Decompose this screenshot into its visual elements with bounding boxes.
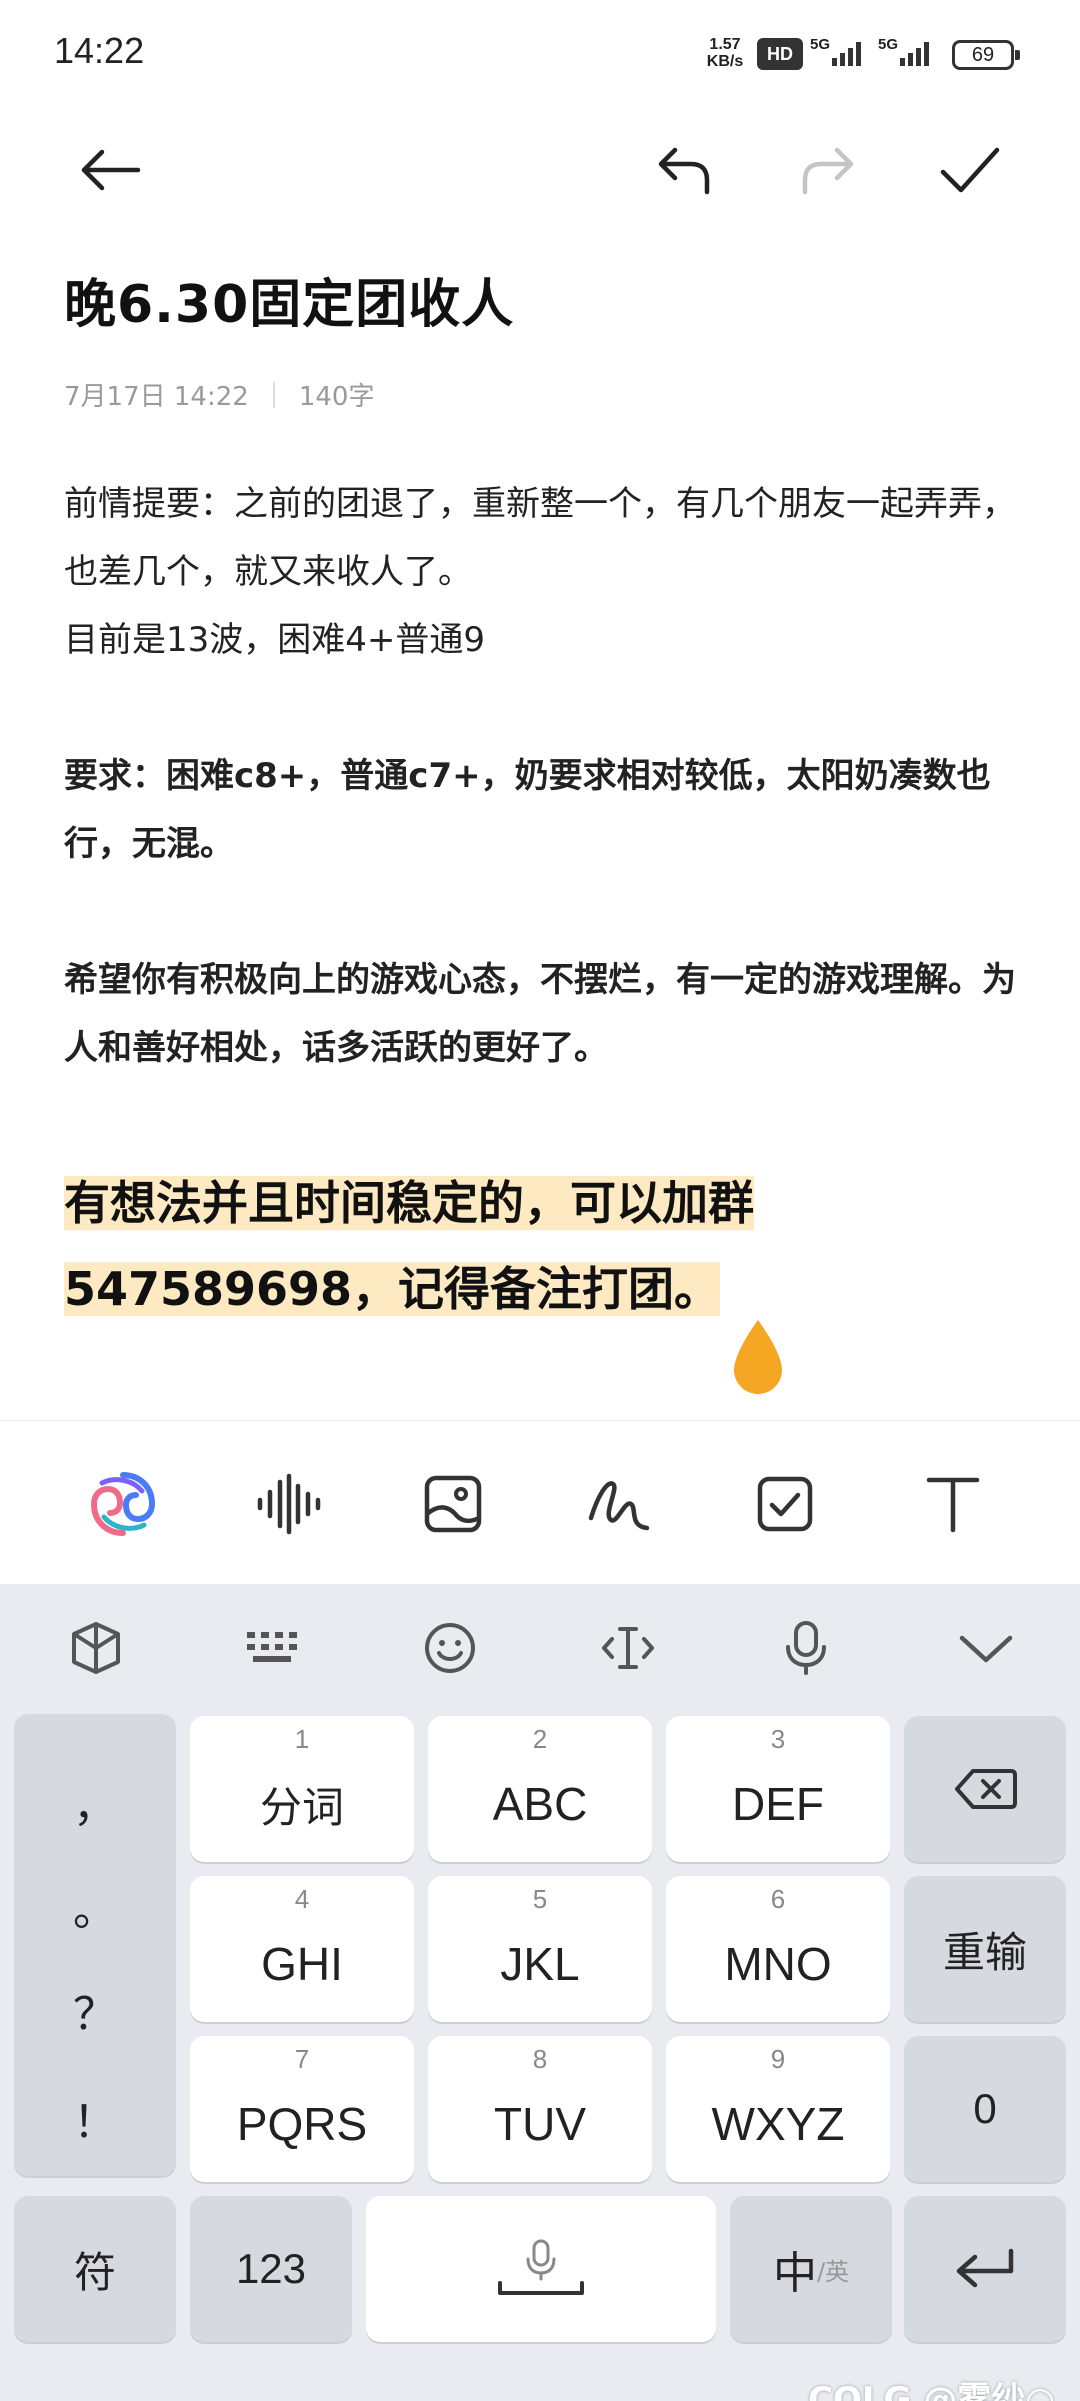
handwriting-icon: [588, 1481, 650, 1531]
numbers-key[interactable]: 123: [190, 2196, 352, 2342]
chevron-down-icon: [959, 1635, 1013, 1663]
keyboard-layout-button[interactable]: [232, 1608, 312, 1688]
highlighted-text: 有想法并且时间稳定的，可以加群547589698，记得备注打团。: [64, 1176, 754, 1316]
battery-level: 69: [971, 44, 995, 66]
image-icon: [424, 1475, 482, 1533]
checklist-button[interactable]: [740, 1459, 830, 1549]
emoji-icon: [425, 1623, 475, 1673]
note-paragraph: 希望你有积极向上的游戏心态，不摆烂，有一定的游戏理解。为人和善好相处，话多活跃的…: [64, 960, 1016, 1068]
text-cursor-handle-icon[interactable]: [730, 1318, 786, 1396]
punctuation-comma[interactable]: ，: [14, 1770, 176, 1834]
keyboard-toolbar: [0, 1584, 1080, 1710]
enter-icon: [956, 2248, 1014, 2288]
collapse-keyboard-button[interactable]: [946, 1608, 1026, 1688]
network-speed: 1.57 KB/s: [706, 36, 744, 70]
undo-icon: [658, 147, 710, 195]
text-format-button[interactable]: [908, 1459, 998, 1549]
text-cursor-button[interactable]: [588, 1608, 668, 1688]
highlighted-paragraph[interactable]: 有想法并且时间稳定的，可以加群547589698，记得备注打团。: [64, 1160, 1024, 1332]
microphone-icon: [786, 1621, 826, 1675]
zero-key[interactable]: 0: [904, 2036, 1066, 2182]
keyboard-skin-icon: [72, 1622, 120, 1674]
check-icon: [940, 147, 1000, 193]
ai-assistant-icon: [90, 1472, 156, 1536]
punctuation-question[interactable]: ？: [14, 1978, 176, 2042]
language-switch-key[interactable]: 中/英: [730, 2196, 892, 2342]
voice-waveform-icon: [257, 1473, 321, 1535]
note-paragraph: 要求：困难c8+，普通c7+，奶要求相对较低，太阳奶凑数也行，无混。: [64, 756, 991, 864]
back-button[interactable]: [70, 130, 150, 210]
note-title[interactable]: 晚6.30固定团收人: [64, 262, 514, 337]
format-toolbar: [0, 1420, 1080, 1584]
status-time: 14:22: [54, 30, 145, 71]
key-7-pqrs[interactable]: 7 PQRS: [190, 2036, 414, 2182]
space-key[interactable]: [366, 2196, 716, 2342]
undo-button[interactable]: [644, 130, 724, 210]
arrow-left-icon: [81, 149, 141, 191]
text-format-icon: [926, 1477, 980, 1533]
space-voice-icon: [498, 2239, 584, 2295]
text-cursor-icon: [602, 1627, 654, 1669]
note-meta: 7月17日 14:22 140字: [64, 376, 374, 413]
key-2-abc[interactable]: 2 ABC: [428, 1716, 652, 1862]
signal-5g-secondary-icon: 5G: [878, 36, 936, 72]
punctuation-period[interactable]: 。: [14, 1874, 176, 1938]
redo-button[interactable]: [788, 130, 868, 210]
punctuation-column[interactable]: ， 。 ？ ！: [14, 1714, 176, 2176]
backspace-icon: [955, 1769, 1017, 1809]
note-body[interactable]: 前情提要：之前的团退了，重新整一个，有几个朋友一起弄弄，也差几个，就又来收人了。…: [64, 470, 1024, 1082]
handwriting-button[interactable]: [574, 1459, 664, 1549]
key-8-tuv[interactable]: 8 TUV: [428, 2036, 652, 2182]
note-paragraph: 目前是13波，困难4+普通9: [64, 620, 486, 660]
battery-icon: 69: [952, 40, 1020, 70]
reinput-key[interactable]: 重输: [904, 1876, 1066, 2022]
redo-icon: [802, 147, 854, 195]
signal-5g-icon: 5G: [810, 36, 868, 72]
key-9-wxyz[interactable]: 9 WXYZ: [666, 2036, 890, 2182]
punctuation-exclamation[interactable]: ！: [14, 2086, 176, 2150]
key-1-segment[interactable]: 1 分词: [190, 1716, 414, 1862]
watermark: COLG @雾纱○: [808, 2380, 1055, 2401]
emoji-button[interactable]: [410, 1608, 490, 1688]
ai-assistant-button[interactable]: [78, 1459, 168, 1549]
key-6-mno[interactable]: 6 MNO: [666, 1876, 890, 2022]
note-paragraph: 前情提要：之前的团退了，重新整一个，有几个朋友一起弄弄，也差几个，就又来收人了。: [64, 484, 1016, 592]
insert-image-button[interactable]: [408, 1459, 498, 1549]
keyboard: ， 。 ？ ！ 1 分词 2 ABC 3 DEF 4 GHI 5 JKL 6 M…: [0, 1584, 1080, 2401]
backspace-key[interactable]: [904, 1716, 1066, 1862]
key-5-jkl[interactable]: 5 JKL: [428, 1876, 652, 2022]
microphone-button[interactable]: [766, 1608, 846, 1688]
keyboard-skin-button[interactable]: [56, 1608, 136, 1688]
note-word-count: 140字: [298, 382, 375, 412]
checklist-icon: [757, 1476, 813, 1532]
meta-divider: [272, 381, 275, 408]
keyboard-layout-icon: [247, 1632, 297, 1662]
key-3-def[interactable]: 3 DEF: [666, 1716, 890, 1862]
symbols-key[interactable]: 符: [14, 2196, 176, 2342]
enter-key[interactable]: [904, 2196, 1066, 2342]
note-date: 7月17日 14:22: [64, 382, 249, 412]
key-4-ghi[interactable]: 4 GHI: [190, 1876, 414, 2022]
voice-input-button[interactable]: [244, 1459, 334, 1549]
done-button[interactable]: [930, 130, 1010, 210]
status-bar: 14:22 1.57 KB/s HD 5G 5G 69: [0, 0, 1080, 110]
hd-voice-badge: HD: [757, 38, 803, 70]
